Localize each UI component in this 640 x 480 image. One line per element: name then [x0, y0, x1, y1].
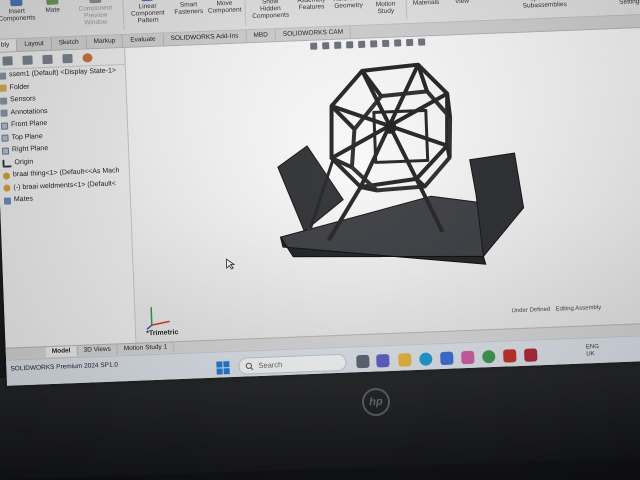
ribbon-button-label: Smart Fasteners: [174, 1, 204, 17]
command-tab[interactable]: Evaluate: [123, 33, 164, 47]
bottom-tab[interactable]: Model: [45, 345, 78, 358]
ribbon-button-snapshot[interactable]: Take Snapshot: [572, 0, 609, 1]
assembly-icon: [0, 72, 7, 80]
ribbon-button-bom[interactable]: Bill of Materials: [407, 0, 444, 7]
windows-start-icon[interactable]: [216, 361, 230, 375]
ribbon-button-pattern[interactable]: Linear Component Pattern: [124, 0, 171, 25]
ribbon-button-exploded-view[interactable]: Exploded View: [443, 0, 480, 6]
feature-tree-item-label: Folder: [9, 83, 30, 91]
property-manager-tab-icon[interactable]: [22, 54, 33, 65]
origin-icon: [2, 159, 12, 168]
ribbon-button-motion-study[interactable]: New Motion Study: [367, 0, 404, 16]
copilot-icon[interactable]: [461, 350, 475, 365]
ribbon-button-label: Show Hidden Components: [252, 0, 290, 21]
ribbon-separator: [243, 0, 246, 26]
chrome-icon[interactable]: [482, 349, 496, 364]
feature-manager-panel: ssem1 (Default) <Display State-1> Folder…: [0, 47, 137, 358]
teams-icon[interactable]: [376, 354, 390, 368]
ribbon-button-insert-components[interactable]: Insert Components: [0, 0, 36, 23]
ribbon-button-show-hidden[interactable]: Show Hidden Components: [246, 0, 294, 20]
ribbon-button-mate[interactable]: Mate: [34, 0, 71, 14]
appearance-tab-icon[interactable]: [82, 52, 93, 63]
ribbon-button-label: Move Component: [207, 0, 242, 15]
config-manager-tab-icon[interactable]: [42, 54, 53, 64]
view-orientation-label: *Trimetric: [146, 329, 179, 338]
ribbon-button-label: Insert Components: [0, 7, 36, 23]
ribbon-button-label: Bill of Materials: [412, 0, 440, 7]
ribbon-button-label: Mate: [45, 6, 61, 14]
edge-icon[interactable]: [419, 352, 433, 366]
folder-icon: [0, 84, 7, 93]
file-explorer-icon[interactable]: [398, 353, 412, 367]
mouse-cursor-icon: [225, 258, 236, 270]
plane-icon: [1, 134, 9, 142]
ribbon-button-label: Take Snapshot: [577, 0, 606, 1]
sensor-icon: [0, 97, 8, 105]
taskbar-search-placeholder: Search: [258, 360, 283, 371]
ribbon-button-label: Update SpeedPak Subassemblies: [522, 0, 567, 10]
store-icon[interactable]: [440, 351, 454, 366]
command-tab[interactable]: Layout: [17, 37, 53, 52]
laptop-screen: Insert Components Mate Component Preview W…: [0, 0, 640, 386]
annotation-icon: [0, 109, 8, 118]
command-tab[interactable]: MBD: [246, 29, 277, 43]
ribbon-separator: [404, 0, 407, 20]
graphics-viewport[interactable]: *Trimetric: [125, 27, 640, 343]
ribbon-button-move-component[interactable]: Move Component: [206, 0, 243, 15]
feature-tree-item-label: Sensors: [9, 95, 36, 104]
feature-tree-tab-icon[interactable]: [2, 55, 13, 66]
ribbon-button-label: Linear Component Pattern: [130, 2, 165, 25]
bottom-tab[interactable]: 3D Views: [77, 344, 119, 356]
system-tray[interactable]: ENG UK: [586, 344, 600, 358]
feature-tree-item-label: Mates: [13, 195, 34, 204]
ribbon-button-label: New Motion Study: [375, 0, 396, 16]
status-editing: Editing Assembly: [555, 304, 602, 313]
dimxpert-tab-icon[interactable]: [62, 53, 73, 63]
ribbon-button-label: Exploded View: [454, 0, 470, 6]
mates-icon: [3, 197, 12, 205]
preview-window-icon: [88, 0, 102, 4]
ribbon-button-assembly-features[interactable]: Assembly Features: [293, 0, 330, 11]
status-under-defined: Under Defined: [511, 306, 551, 315]
taskbar-search-box[interactable]: Search: [238, 353, 347, 375]
command-tab[interactable]: Markup: [86, 34, 124, 49]
feature-tree-items: Folder Sensors Annotations Front Plane Top P…: [0, 77, 130, 207]
feature-tree-item-label: Origin: [14, 158, 34, 166]
plane-icon: [0, 122, 9, 130]
braai-assembly-model[interactable]: [125, 28, 640, 343]
ribbon-button-label: Large Assembly Settings: [619, 0, 640, 6]
ribbon-separator: [121, 0, 124, 30]
task-view-icon[interactable]: [356, 354, 370, 369]
part-icon: [2, 172, 11, 180]
ribbon-button-speedpak[interactable]: Update SpeedPak Subassemblies: [515, 0, 573, 10]
ribbon-button-label: Assembly Features: [297, 0, 326, 12]
solidworks-taskbar-icon[interactable]: [503, 349, 517, 363]
part-icon: [3, 184, 11, 192]
ribbon-button-reference-geometry[interactable]: Reference Geometry: [329, 0, 368, 10]
feature-tree-item-label: Top Plane: [11, 132, 43, 141]
mate-icon: [46, 0, 59, 5]
command-tab[interactable]: Sketch: [51, 36, 87, 50]
plane-icon: [1, 147, 10, 155]
pattern-icon: [140, 0, 154, 2]
app-icon[interactable]: [524, 348, 538, 362]
ribbon-button-large-assembly[interactable]: Large Assembly Settings: [608, 0, 640, 6]
tray-region: UK: [586, 351, 595, 358]
ribbon-button-preview-window[interactable]: Component Preview Window: [70, 0, 121, 27]
ribbon-button-label: Reference Geometry: [333, 0, 363, 10]
search-icon: [245, 362, 254, 370]
ribbon-button-fasteners[interactable]: Smart Fasteners: [170, 0, 207, 16]
command-tab[interactable]: bly: [0, 39, 18, 52]
insert-components-icon: [10, 0, 23, 7]
feature-tree-item-label: Right Plane: [11, 144, 49, 154]
ribbon-button-label: Component Preview Window: [78, 4, 113, 27]
